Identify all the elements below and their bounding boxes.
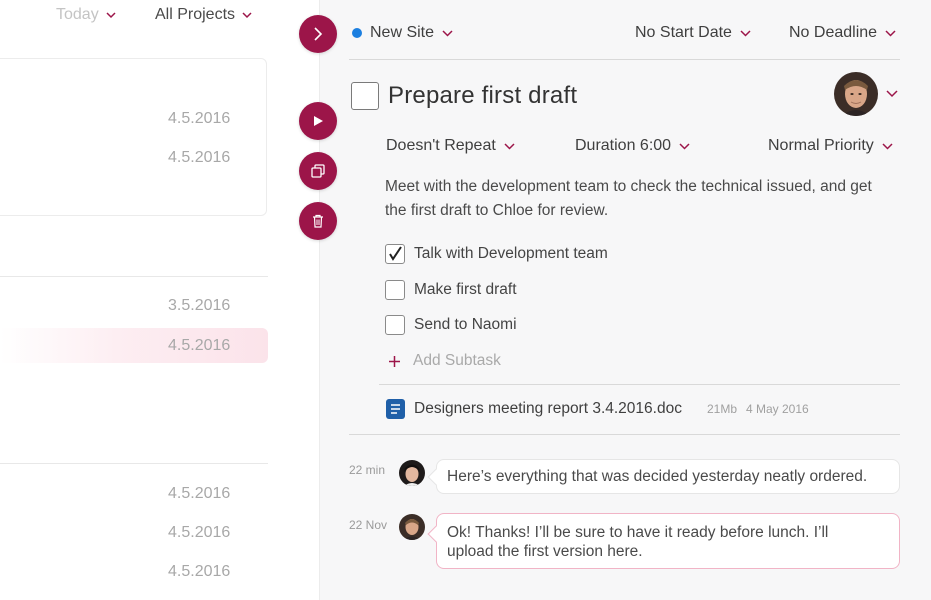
list-item-date: 4.5.2016 xyxy=(168,149,231,166)
comment-text: Here’s everything that was decided yeste… xyxy=(447,468,868,485)
task-description[interactable]: Meet with the development team to check … xyxy=(385,175,890,222)
attachment-name: Designers meeting report 3.4.2016.doc xyxy=(414,400,682,417)
project-selector[interactable]: New Site xyxy=(352,24,453,42)
duplicate-icon xyxy=(311,164,325,178)
list-item-date: 4.5.2016 xyxy=(168,485,231,502)
duplicate-task-button[interactable] xyxy=(299,152,337,190)
collapse-panel-button[interactable] xyxy=(299,15,337,53)
commenter-avatar xyxy=(399,460,425,486)
attachment-date: 4 May 2016 xyxy=(746,402,809,416)
divider xyxy=(349,59,900,60)
subtask-label: Talk with Development team xyxy=(414,245,608,262)
task-complete-checkbox[interactable] xyxy=(351,82,379,110)
deadline-label: No Deadline xyxy=(789,24,878,41)
list-item-date: 4.5.2016 xyxy=(168,110,231,127)
task-list-pane: Today All Projects 4.5.2016 4.5.2016 3.5… xyxy=(0,0,320,600)
priority-label: Normal Priority xyxy=(768,137,874,154)
project-color-dot xyxy=(352,28,362,38)
list-item-date: 3.5.2016 xyxy=(168,297,231,314)
chevron-down-icon xyxy=(679,142,690,150)
project-filter-label: All Projects xyxy=(155,6,236,23)
chevron-down-icon xyxy=(504,142,515,150)
repeat-selector[interactable]: Doesn't Repeat xyxy=(386,137,515,155)
attachment-item[interactable]: Designers meeting report 3.4.2016.doc 21… xyxy=(386,399,809,419)
chevron-down-icon xyxy=(882,142,893,150)
subtask-item[interactable]: Send to Naomi xyxy=(385,314,517,336)
attachment-size: 21Mb xyxy=(706,402,737,416)
start-timer-button[interactable] xyxy=(299,102,337,140)
plus-icon xyxy=(389,355,400,367)
comment-time: 22 Nov xyxy=(349,518,388,532)
subtask-item[interactable]: Make first draft xyxy=(385,279,517,301)
list-item-date: 4.5.2016 xyxy=(168,563,231,580)
subtask-label: Send to Naomi xyxy=(414,316,517,333)
subtask-label: Make first draft xyxy=(414,281,517,298)
subtask-checkbox[interactable] xyxy=(385,244,405,264)
date-filter[interactable]: Today xyxy=(56,6,116,24)
document-icon xyxy=(386,399,405,419)
chevron-down-icon xyxy=(242,11,252,18)
commenter-avatar xyxy=(399,514,425,540)
check-icon xyxy=(389,246,402,261)
duration-selector[interactable]: Duration 6:00 xyxy=(575,137,690,155)
divider xyxy=(0,463,268,464)
start-date-label: No Start Date xyxy=(635,24,732,41)
chevron-right-icon xyxy=(314,27,323,41)
comment-bubble: Ok! Thanks! I’ll be sure to have it read… xyxy=(427,513,900,569)
list-item-date: 4.5.2016 xyxy=(168,337,231,354)
play-icon xyxy=(314,116,323,126)
chevron-down-icon[interactable] xyxy=(886,90,898,98)
divider xyxy=(349,434,900,435)
deadline-selector[interactable]: No Deadline xyxy=(789,24,896,42)
divider xyxy=(379,384,900,385)
add-subtask-label: Add Subtask xyxy=(413,352,501,369)
chevron-down-icon xyxy=(106,11,116,18)
comment-text-line: upload the first version here. xyxy=(447,543,643,560)
assignee-avatar[interactable] xyxy=(834,72,878,116)
project-filter[interactable]: All Projects xyxy=(155,6,252,24)
subtask-item[interactable]: Talk with Development team xyxy=(385,243,608,265)
list-item-date: 4.5.2016 xyxy=(168,524,231,541)
woman-avatar-icon xyxy=(399,460,425,486)
delete-task-button[interactable] xyxy=(299,202,337,240)
divider xyxy=(0,276,268,277)
man-avatar-icon xyxy=(834,72,878,116)
add-subtask-button[interactable]: Add Subtask xyxy=(388,352,501,370)
duration-label: Duration 6:00 xyxy=(575,137,672,154)
project-name: New Site xyxy=(370,24,435,41)
subtask-checkbox[interactable] xyxy=(385,280,405,300)
chevron-down-icon xyxy=(442,29,453,37)
chevron-down-icon xyxy=(740,29,751,37)
task-group-card xyxy=(0,58,267,216)
chevron-down-icon xyxy=(885,29,896,37)
trash-icon xyxy=(313,214,323,228)
task-title[interactable]: Prepare first draft xyxy=(388,82,577,110)
comment-text-line: Ok! Thanks! I’ll be sure to have it read… xyxy=(447,524,829,541)
subtask-checkbox[interactable] xyxy=(385,315,405,335)
comment-time: 22 min xyxy=(349,463,386,477)
date-filter-label: Today xyxy=(56,6,99,23)
repeat-label: Doesn't Repeat xyxy=(386,137,496,154)
priority-selector[interactable]: Normal Priority xyxy=(768,137,893,155)
man-avatar-icon xyxy=(399,514,425,540)
start-date-selector[interactable]: No Start Date xyxy=(635,24,751,42)
comment-bubble: Here’s everything that was decided yeste… xyxy=(427,459,900,494)
